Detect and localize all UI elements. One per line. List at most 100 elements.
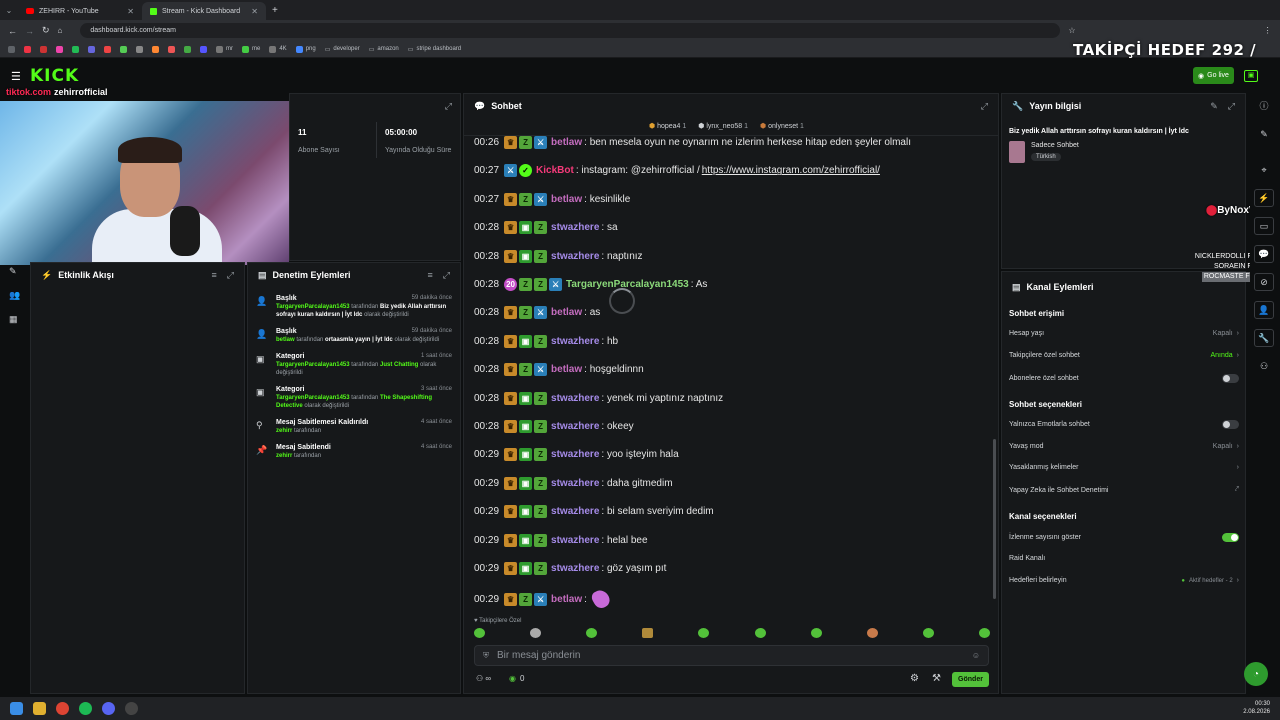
sub-20-badge-icon[interactable]: 20	[504, 278, 518, 291]
crown-badge-icon[interactable]: ♛	[504, 136, 518, 149]
settings-gear-icon[interactable]: ⚙	[910, 673, 919, 684]
crown-badge-icon[interactable]: ♛	[504, 448, 518, 462]
emote-icon[interactable]	[474, 628, 485, 638]
bookmark-png[interactable]: png	[295, 45, 316, 53]
z-badge-icon[interactable]: Z	[534, 505, 548, 519]
user-icon[interactable]: 👤	[1254, 301, 1274, 319]
banned-words-setting[interactable]: Yasaklanmış kelimeler ›	[1009, 464, 1239, 471]
help-chat-icon[interactable]: ◔	[1244, 662, 1268, 686]
emotes-only-toggle[interactable]	[1222, 420, 1239, 429]
calendar-icon[interactable]: ▦	[9, 314, 18, 325]
gift-badge-icon[interactable]: ▣	[519, 391, 533, 405]
emote-icon[interactable]	[810, 628, 822, 638]
chat-username[interactable]: betlaw	[551, 364, 582, 375]
crosshair-icon[interactable]: ⌖	[1254, 161, 1274, 179]
crown-badge-icon[interactable]: ♛	[504, 391, 518, 405]
z-badge-icon[interactable]: Z	[534, 249, 548, 263]
sword-badge-icon[interactable]: ⚔	[534, 306, 548, 320]
leaderboard-entry[interactable]: ⬢ hopea4 1	[649, 122, 686, 130]
bookmark-amazon[interactable]: ▭ amazon	[369, 46, 399, 53]
tab-menu-icon[interactable]: ⌄	[0, 6, 18, 15]
popout-icon[interactable]: ⤢	[1228, 101, 1235, 112]
close-tab-icon[interactable]: ✕	[127, 7, 134, 16]
chat-username[interactable]: stwazhere	[551, 251, 599, 262]
goals-setting[interactable]: Hedefleri belirleyin ● Aktif hedefler - 2 ›	[1009, 577, 1239, 584]
emote-icon[interactable]	[642, 628, 654, 638]
chat-username[interactable]: betlaw	[551, 307, 582, 318]
gift-badge-icon[interactable]: ▣	[519, 476, 533, 490]
followers-only-setting[interactable]: Takipçilere özel sohbet Anında ›	[1009, 352, 1239, 359]
popout-icon[interactable]: ⤢	[227, 270, 234, 281]
bookmark-me[interactable]: me	[242, 45, 260, 53]
z-badge-icon[interactable]: Z	[534, 391, 548, 405]
gift-badge-icon[interactable]: ▣	[519, 420, 533, 433]
emote-icon[interactable]	[754, 628, 766, 638]
z-badge-icon[interactable]: Z	[534, 334, 548, 348]
kick-logo[interactable]: KICK	[30, 66, 79, 86]
chat-username[interactable]: KickBot	[536, 165, 574, 176]
z-badge-icon[interactable]: Z	[534, 420, 548, 433]
url-field[interactable]: dashboard.kick.com/stream	[80, 23, 1061, 38]
hamburger-menu-icon[interactable]: ☰	[11, 70, 21, 83]
forward-icon[interactable]: →	[25, 26, 34, 36]
leaderboard-entry[interactable]: ⬢ onlyneset 1	[760, 122, 804, 130]
chat-username[interactable]: betlaw	[551, 194, 582, 205]
z-badge-icon[interactable]: Z	[519, 278, 533, 291]
crown-badge-icon[interactable]: ♛	[504, 533, 518, 547]
crown-badge-icon[interactable]: ♛	[504, 334, 518, 348]
gift-badge-icon[interactable]: ▣	[519, 562, 533, 575]
z-badge-icon[interactable]: Z	[534, 476, 548, 490]
show-viewers-toggle[interactable]	[1222, 533, 1239, 542]
leaderboard-entry[interactable]: ⬢ lynx_neo58 1	[698, 122, 748, 130]
viewer-mode-icon[interactable]: ⚇ ∞	[476, 674, 491, 683]
crown-badge-icon[interactable]: ♛	[504, 505, 518, 519]
chat-username[interactable]: stwazhere	[551, 449, 599, 460]
bookmark-developer[interactable]: ▭ developer	[325, 46, 360, 53]
start-icon[interactable]	[10, 702, 23, 715]
chat-message-input[interactable]: ⛨ Bir mesaj gönderin ☺	[474, 645, 989, 666]
account-age-setting[interactable]: Hesap yaşı Kapalı ›	[1009, 330, 1239, 337]
dashboard-icon[interactable]: ▣	[1244, 70, 1258, 82]
chat-username[interactable]: stwazhere	[551, 393, 599, 404]
bookmark-4k[interactable]: 4K	[269, 45, 287, 53]
raid-channel-setting[interactable]: Raid Kanalı	[1009, 555, 1239, 562]
chat-username[interactable]: stwazhere	[551, 563, 599, 574]
chat-icon[interactable]: 💬	[1254, 245, 1274, 263]
crown-badge-icon[interactable]: ♛	[504, 420, 518, 433]
chat-link[interactable]: https://www.instagram.com/zehirrofficial…	[702, 165, 880, 176]
bookmark-stripe[interactable]: ▭ stripe dashboard	[408, 46, 461, 53]
crown-badge-icon[interactable]: ♛	[504, 363, 518, 377]
subscribers-only-toggle[interactable]	[1222, 374, 1239, 383]
ban-icon[interactable]: ⊘	[1254, 273, 1274, 291]
file-explorer-icon[interactable]	[33, 702, 46, 715]
z-badge-icon[interactable]: Z	[519, 306, 533, 320]
chat-username[interactable]: betlaw	[551, 137, 582, 148]
filter-icon[interactable]: ≡	[212, 270, 217, 281]
reload-icon[interactable]: ↻	[42, 25, 50, 36]
z-badge-icon[interactable]: Z	[534, 533, 548, 547]
chat-username[interactable]: stwazhere	[551, 421, 599, 432]
star-icon[interactable]: ☆	[1068, 26, 1075, 35]
chat-username[interactable]: stwazhere	[551, 478, 599, 489]
filter-icon[interactable]: ≡	[428, 270, 433, 281]
edit-icon[interactable]: ✎	[1210, 101, 1218, 112]
z-badge-icon[interactable]: Z	[534, 221, 548, 235]
crown-badge-icon[interactable]: ♛	[504, 306, 518, 320]
gift-badge-icon[interactable]: ▣	[519, 334, 533, 348]
gift-badge-icon[interactable]: ▣	[519, 505, 533, 519]
chat-username[interactable]: stwazhere	[551, 535, 599, 546]
sword-badge-icon[interactable]: ⚔	[504, 164, 518, 178]
sword-badge-icon[interactable]: ⚔	[534, 136, 548, 149]
bolt-icon[interactable]: ⚡	[1254, 189, 1274, 207]
emote-icon[interactable]	[530, 628, 542, 638]
popout-icon[interactable]: ⤢	[445, 101, 452, 112]
send-button[interactable]: Gönder	[952, 672, 989, 687]
z-badge-icon[interactable]: Z	[519, 136, 533, 149]
discord-icon[interactable]	[102, 702, 115, 715]
z-badge-icon[interactable]: Z	[534, 278, 548, 291]
kick-points-counter[interactable]: ◉ 0	[509, 674, 524, 683]
close-tab-icon[interactable]: ✕	[251, 7, 258, 16]
obs-icon[interactable]	[125, 702, 138, 715]
z-badge-icon[interactable]: Z	[519, 363, 533, 377]
users-icon[interactable]: 👥	[9, 290, 20, 301]
